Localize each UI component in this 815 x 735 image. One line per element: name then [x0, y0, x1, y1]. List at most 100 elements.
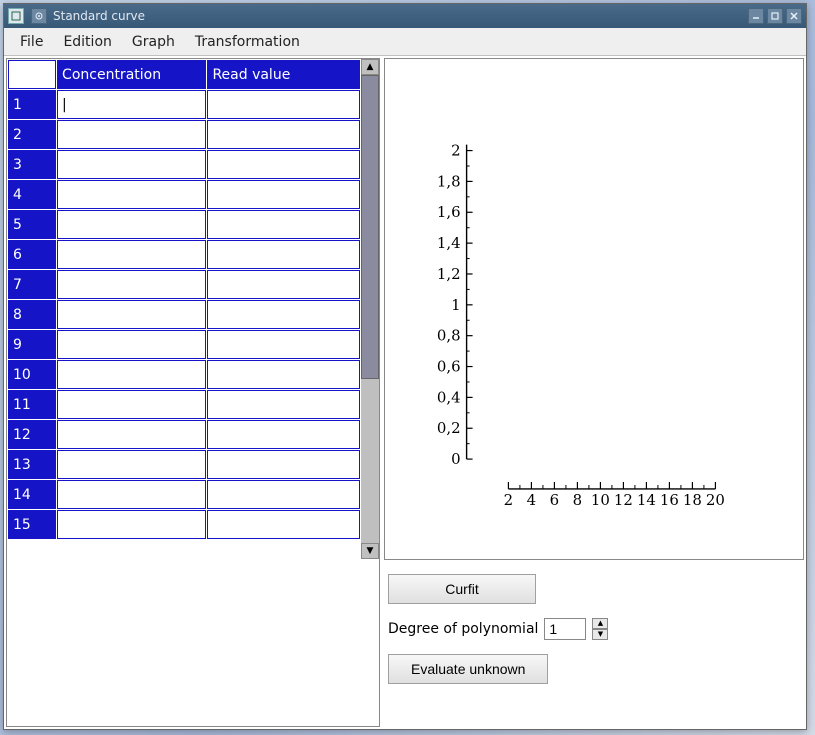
cell-read-value[interactable] [207, 270, 360, 299]
cell-concentration[interactable] [57, 120, 206, 149]
menu-transformation[interactable]: Transformation [185, 30, 310, 54]
curfit-button[interactable]: Curfit [388, 574, 536, 604]
cell-read-value[interactable] [207, 510, 360, 539]
row-number[interactable]: 1 [8, 90, 56, 119]
cell-read-value[interactable] [207, 420, 360, 449]
window-menu-icon[interactable] [31, 8, 47, 24]
row-number[interactable]: 9 [8, 330, 56, 359]
cell-read-value[interactable] [207, 450, 360, 479]
table-row: 15 [8, 510, 360, 539]
cell-read-value[interactable] [207, 360, 360, 389]
cell-read-value[interactable] [207, 120, 360, 149]
svg-text:16: 16 [660, 491, 679, 509]
row-number[interactable]: 13 [8, 450, 56, 479]
col-header-concentration[interactable]: Concentration [57, 60, 206, 89]
table-row: 8 [8, 300, 360, 329]
cell-concentration[interactable] [57, 450, 206, 479]
svg-text:4: 4 [527, 491, 536, 509]
cell-concentration[interactable] [57, 390, 206, 419]
maximize-button[interactable] [767, 8, 783, 24]
svg-text:10: 10 [591, 491, 610, 509]
svg-text:1,8: 1,8 [437, 172, 461, 190]
cell-read-value[interactable] [207, 90, 360, 119]
cell-concentration[interactable] [57, 360, 206, 389]
svg-text:0: 0 [451, 450, 460, 468]
spin-up-icon[interactable]: ▲ [592, 618, 608, 629]
cell-read-value[interactable] [207, 390, 360, 419]
svg-text:20: 20 [706, 491, 725, 509]
cell-read-value[interactable] [207, 180, 360, 209]
cell-concentration[interactable] [57, 300, 206, 329]
chart-area: 00,20,40,60,811,21,41,61,822468101214161… [384, 58, 804, 560]
svg-text:18: 18 [683, 491, 702, 509]
scroll-track[interactable] [361, 75, 379, 543]
row-number[interactable]: 7 [8, 270, 56, 299]
svg-text:6: 6 [550, 491, 559, 509]
table-row: 4 [8, 180, 360, 209]
table-row: 10 [8, 360, 360, 389]
menu-edition[interactable]: Edition [53, 30, 121, 54]
evaluate-button[interactable]: Evaluate unknown [388, 654, 548, 684]
cell-concentration[interactable] [57, 420, 206, 449]
data-table: Concentration Read value 1|2345678910111… [7, 59, 361, 540]
menubar: File Edition Graph Transformation [4, 28, 806, 56]
cell-read-value[interactable] [207, 330, 360, 359]
scroll-down-icon[interactable]: ▼ [361, 543, 379, 559]
cell-concentration[interactable]: | [57, 90, 206, 119]
cell-concentration[interactable] [57, 510, 206, 539]
table-row: 7 [8, 270, 360, 299]
table-row: 14 [8, 480, 360, 509]
controls-panel: Curfit Degree of polynomial ▲ ▼ Evaluate… [384, 566, 804, 727]
table-row: 1| [8, 90, 360, 119]
svg-text:1: 1 [451, 296, 460, 314]
svg-text:2: 2 [504, 491, 513, 509]
cell-concentration[interactable] [57, 480, 206, 509]
cell-read-value[interactable] [207, 210, 360, 239]
svg-text:1,6: 1,6 [437, 203, 461, 221]
row-number[interactable]: 12 [8, 420, 56, 449]
row-number[interactable]: 8 [8, 300, 56, 329]
titlebar: Standard curve [4, 4, 806, 28]
cell-read-value[interactable] [207, 240, 360, 269]
content-area: Concentration Read value 1|2345678910111… [4, 56, 806, 729]
row-number[interactable]: 3 [8, 150, 56, 179]
cell-concentration[interactable] [57, 180, 206, 209]
right-pane: 00,20,40,60,811,21,41,61,822468101214161… [384, 58, 804, 727]
row-number[interactable]: 4 [8, 180, 56, 209]
table-row: 12 [8, 420, 360, 449]
app-icon [8, 8, 24, 24]
table-scrollbar[interactable]: ▲ ▼ [361, 59, 379, 559]
row-number[interactable]: 11 [8, 390, 56, 419]
row-number[interactable]: 10 [8, 360, 56, 389]
svg-text:0,6: 0,6 [437, 358, 461, 376]
cell-concentration[interactable] [57, 330, 206, 359]
row-number[interactable]: 14 [8, 480, 56, 509]
menu-file[interactable]: File [10, 30, 53, 54]
spin-down-icon[interactable]: ▼ [592, 629, 608, 640]
row-number[interactable]: 15 [8, 510, 56, 539]
app-window: Standard curve File Edition Graph Transf… [3, 3, 807, 730]
cell-concentration[interactable] [57, 240, 206, 269]
degree-spinner: ▲ ▼ [592, 618, 608, 640]
scroll-up-icon[interactable]: ▲ [361, 59, 379, 75]
row-number[interactable]: 6 [8, 240, 56, 269]
cell-concentration[interactable] [57, 210, 206, 239]
row-number[interactable]: 2 [8, 120, 56, 149]
menu-graph[interactable]: Graph [122, 30, 185, 54]
minimize-button[interactable] [748, 8, 764, 24]
close-button[interactable] [786, 8, 802, 24]
svg-text:0,2: 0,2 [437, 419, 461, 437]
degree-row: Degree of polynomial ▲ ▼ [388, 618, 608, 640]
cell-read-value[interactable] [207, 480, 360, 509]
degree-input[interactable] [544, 618, 586, 640]
cell-concentration[interactable] [57, 270, 206, 299]
row-number[interactable]: 5 [8, 210, 56, 239]
col-header-read-value[interactable]: Read value [207, 60, 360, 89]
cell-concentration[interactable] [57, 150, 206, 179]
scroll-thumb[interactable] [361, 75, 379, 379]
table-wrap: Concentration Read value 1|2345678910111… [7, 59, 379, 559]
table-row: 13 [8, 450, 360, 479]
cell-read-value[interactable] [207, 300, 360, 329]
cell-read-value[interactable] [207, 150, 360, 179]
svg-text:1,4: 1,4 [437, 234, 461, 252]
